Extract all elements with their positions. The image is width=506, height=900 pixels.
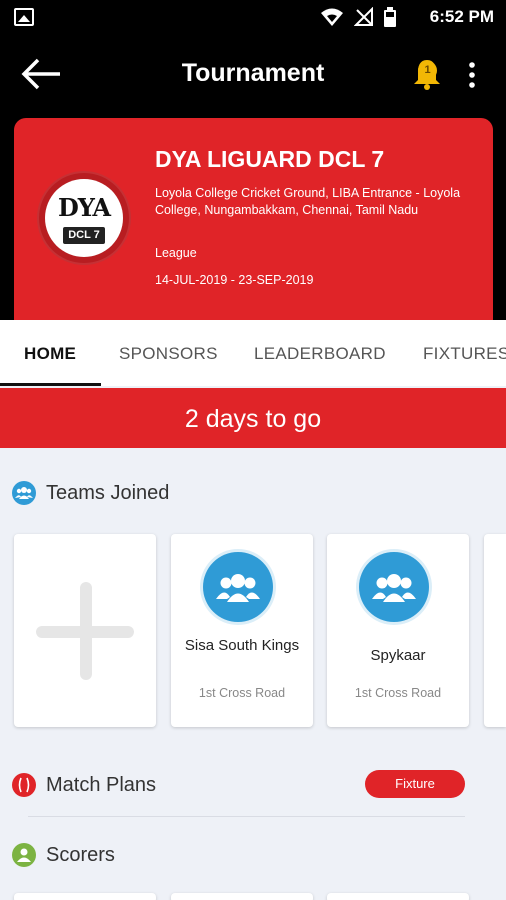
scorer-card[interactable] [171, 893, 313, 900]
app-bar: Tournament 1 [0, 34, 506, 118]
tournament-logo: DYA DCL 7 [39, 173, 129, 263]
scorers-header: Scorers [12, 842, 115, 868]
tab-leaderboard[interactable]: LEADERBOARD [254, 320, 386, 386]
divider [28, 816, 465, 817]
scorers-title: Scorers [46, 843, 115, 866]
teams-joined-header: Teams Joined [12, 480, 169, 506]
team-location: 1st Cross Road [354, 686, 442, 700]
tab-indicator [0, 383, 101, 386]
tournament-dates: 14-JUL-2019 - 23-SEP-2019 [155, 273, 314, 287]
notification-badge: 1 [418, 61, 437, 80]
countdown-banner: 2 days to go [0, 388, 506, 448]
wifi-icon [321, 8, 343, 26]
team-avatar [203, 552, 273, 622]
team-group-icon [372, 574, 416, 602]
match-plans-title: Match Plans [46, 773, 157, 796]
tab-home[interactable]: HOME [24, 320, 76, 386]
no-signal-icon [354, 7, 373, 26]
image-icon [14, 8, 34, 26]
status-icons [320, 7, 396, 27]
add-team-card[interactable] [14, 534, 156, 727]
teams-icon [12, 481, 36, 505]
tab-bar: HOME SPONSORS LEADERBOARD FIXTURES [0, 320, 506, 386]
team-card[interactable]: Spykaar 1st Cross Road [327, 534, 469, 727]
team-name: Spykaar [370, 647, 426, 664]
scorer-card[interactable] [14, 893, 156, 900]
tab-fixtures[interactable]: FIXTURES [423, 320, 506, 386]
team-card[interactable]: Sisa South Kings 1st Cross Road [171, 534, 313, 727]
tournament-card: DYA DCL 7 DYA LIGUARD DCL 7 Loyola Colle… [14, 118, 493, 320]
team-group-icon [216, 574, 260, 602]
tournament-name: DYA LIGUARD DCL 7 [155, 146, 385, 172]
cricket-ball-icon [12, 773, 36, 797]
tab-sponsors[interactable]: SPONSORS [119, 320, 218, 386]
team-card-partial[interactable] [484, 534, 506, 727]
scorer-card[interactable] [327, 893, 469, 900]
person-icon [12, 843, 36, 867]
teams-joined-title: Teams Joined [46, 481, 170, 504]
team-name: Sisa South Kings [184, 637, 300, 654]
logo-text: DYA [57, 193, 111, 222]
tournament-type: League [155, 246, 197, 260]
fixture-button[interactable]: Fixture [365, 770, 465, 798]
status-time: 6:52 PM [429, 7, 494, 26]
status-bar: 6:52 PM [0, 0, 506, 34]
battery-icon [384, 7, 396, 27]
logo-subtext: DCL 7 [63, 227, 105, 244]
team-avatar [359, 552, 429, 622]
tournament-address: Loyola College Cricket Ground, LIBA Entr… [155, 186, 461, 217]
team-location: 1st Cross Road [198, 686, 286, 700]
match-plans-header: Match Plans [12, 772, 156, 798]
more-vert-icon[interactable] [462, 60, 482, 90]
